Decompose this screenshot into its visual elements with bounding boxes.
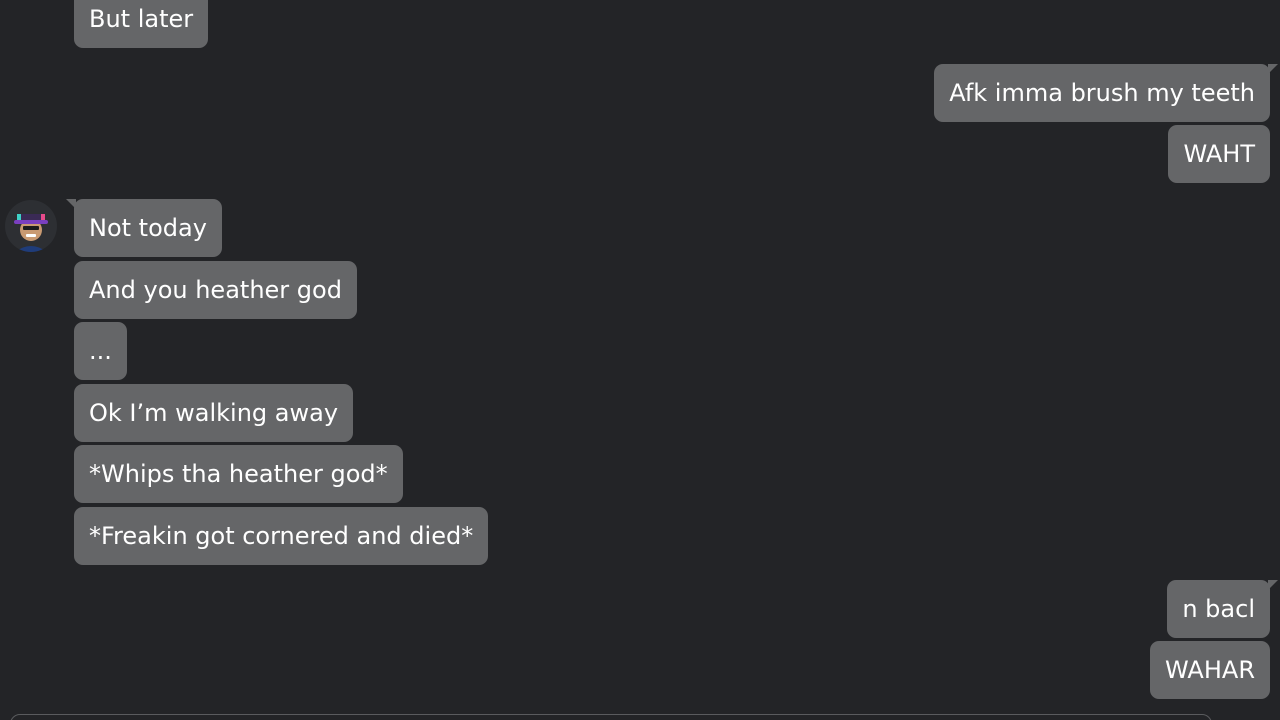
message-text: n bacl (1182, 595, 1255, 623)
message-bubble: Not today (74, 199, 222, 257)
message-text: *Freakin got cornered and died* (89, 522, 474, 550)
message-bubble: Afk imma brush my teeth (934, 64, 1270, 122)
message-text: ... (89, 337, 112, 365)
message-input[interactable] (10, 714, 1212, 720)
avatar[interactable] (5, 200, 57, 252)
message-text: WAHT (1183, 140, 1255, 168)
chat-thread: But later Afk imma brush my teeth WAHT N… (0, 0, 1280, 720)
avatar-icon (14, 214, 48, 252)
message-bubble: And you heather god (74, 261, 357, 319)
message-bubble: WAHAR (1150, 641, 1270, 699)
message-text: WAHAR (1165, 656, 1255, 684)
message-bubble: n bacl (1167, 580, 1270, 638)
message-bubble: *Freakin got cornered and died* (74, 507, 489, 565)
message-bubble: But later (74, 0, 209, 48)
message-text: Afk imma brush my teeth (949, 79, 1255, 107)
message-bubble: *Whips tha heather god* (74, 445, 403, 503)
message-text: Ok I’m walking away (89, 399, 339, 427)
message-text: But later (89, 5, 194, 33)
message-text: And you heather god (89, 276, 342, 304)
message-text: *Whips tha heather god* (89, 460, 388, 488)
message-text: Not today (89, 214, 207, 242)
message-bubble: WAHT (1168, 125, 1270, 183)
message-bubble: ... (74, 322, 127, 380)
message-bubble: Ok I’m walking away (74, 384, 354, 442)
